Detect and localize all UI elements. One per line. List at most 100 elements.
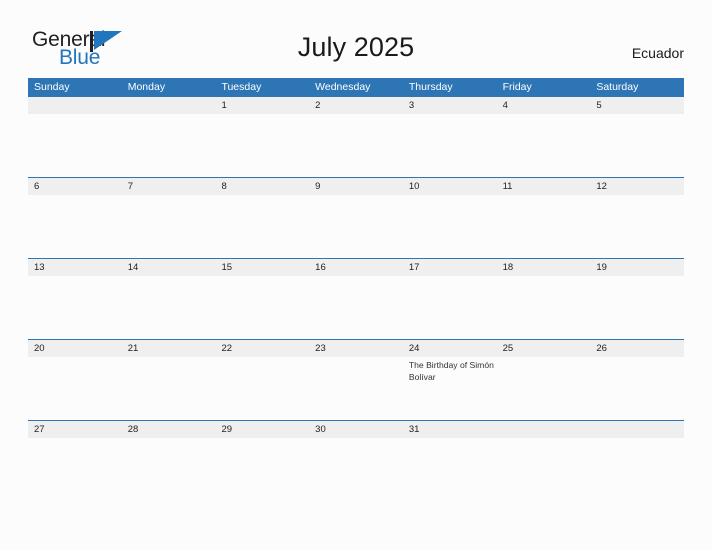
weekday-header-thursday: Thursday — [408, 81, 453, 93]
day-cell-empty — [122, 114, 216, 177]
week-date-band: 27 28 29 30 31 — [28, 420, 684, 438]
day-number-14[interactable]: 14 — [122, 259, 216, 276]
page-header: General Blue July 2025 Ecuador — [0, 0, 712, 78]
day-cell-3[interactable] — [403, 114, 497, 177]
calendar-grid: Sunday Monday Tuesday Wednesday Thursday Frid… — [28, 78, 684, 468]
day-number-20[interactable]: 20 — [28, 340, 122, 357]
day-number-empty — [590, 421, 684, 438]
day-number-19[interactable]: 19 — [590, 259, 684, 276]
holiday-event-label: The Birthday of Simón Bolívar — [408, 360, 494, 382]
day-number-8[interactable]: 8 — [215, 178, 309, 195]
day-number-29[interactable]: 29 — [215, 421, 309, 438]
day-cell-23[interactable] — [309, 357, 403, 420]
day-cell-10[interactable] — [403, 195, 497, 258]
day-number-9[interactable]: 9 — [309, 178, 403, 195]
day-cell-31[interactable] — [403, 438, 497, 468]
day-cell-17[interactable] — [403, 276, 497, 339]
day-number-empty — [497, 421, 591, 438]
weekday-header-saturday: Saturday — [596, 81, 639, 93]
week-date-band: 20 21 22 23 24 25 26 — [28, 339, 684, 357]
day-cell-16[interactable] — [309, 276, 403, 339]
calendar-week-row: 12345 — [28, 96, 684, 177]
day-cell-8[interactable] — [215, 195, 309, 258]
calendar-weeks: 1 2 3 4 5 6 7 8 9 10 11 12 13 14 15 16 17 18 19 20 21 22 23 24 2… — [28, 96, 684, 468]
day-number-12[interactable]: 12 — [590, 178, 684, 195]
day-number-17[interactable]: 17 — [403, 259, 497, 276]
week-event-band: The Birthday of Simón Bolívar — [28, 357, 684, 420]
week-event-band — [28, 195, 684, 258]
day-cell-7[interactable] — [122, 195, 216, 258]
weekday-header-friday: Friday — [502, 81, 532, 93]
day-number-23[interactable]: 23 — [309, 340, 403, 357]
day-cell-5[interactable] — [590, 114, 684, 177]
week-event-band — [28, 276, 684, 339]
day-cell-19[interactable] — [590, 276, 684, 339]
day-number-4[interactable]: 4 — [497, 97, 591, 114]
day-number-2[interactable]: 2 — [309, 97, 403, 114]
weekday-header-row: Sunday Monday Tuesday Wednesday Thursday Frid… — [28, 78, 684, 96]
day-number-13[interactable]: 13 — [28, 259, 122, 276]
day-cell-14[interactable] — [122, 276, 216, 339]
calendar-week-row: 13 14 15 16 17 18 19 — [28, 258, 684, 339]
week-event-band — [28, 438, 684, 468]
day-cell-empty — [28, 114, 122, 177]
day-number-25[interactable]: 25 — [497, 340, 591, 357]
day-number-28[interactable]: 28 — [122, 421, 216, 438]
weekday-header-tuesday: Tuesday — [221, 81, 262, 93]
week-date-band: 6 7 8 9 10 11 12 — [28, 177, 684, 195]
day-cell-21[interactable] — [122, 357, 216, 420]
day-cell-11[interactable] — [497, 195, 591, 258]
day-cell-30[interactable] — [309, 438, 403, 468]
calendar-week-row: 20 21 22 23 24 25 26 The Birthday of Simón Bolí… — [28, 339, 684, 420]
weekday-header-sunday: Sunday — [34, 81, 70, 93]
calendar-week-row: 6 7 8 9 10 11 12 — [28, 177, 684, 258]
day-number-3[interactable]: 3 — [403, 97, 497, 114]
day-number-24[interactable]: 24 — [403, 340, 497, 357]
day-cell-29[interactable] — [215, 438, 309, 468]
day-cell-24[interactable]: The Birthday of Simón Bolívar — [403, 357, 497, 420]
day-number-empty — [122, 97, 216, 114]
day-number-31[interactable]: 31 — [403, 421, 497, 438]
weekday-header-monday: Monday — [127, 81, 166, 93]
calendar-page: General Blue July 2025 Ecuador Sunday Mon… — [0, 0, 712, 550]
day-number-21[interactable]: 21 — [122, 340, 216, 357]
day-cell-1[interactable] — [215, 114, 309, 177]
day-number-22[interactable]: 22 — [215, 340, 309, 357]
day-number-10[interactable]: 10 — [403, 178, 497, 195]
day-number-7[interactable]: 7 — [122, 178, 216, 195]
day-cell-22[interactable] — [215, 357, 309, 420]
day-cell-4[interactable] — [497, 114, 591, 177]
week-event-band — [28, 114, 684, 177]
day-cell-20[interactable] — [28, 357, 122, 420]
day-number-18[interactable]: 18 — [497, 259, 591, 276]
day-cell-13[interactable] — [28, 276, 122, 339]
day-number-empty — [28, 97, 122, 114]
day-cell-empty — [590, 438, 684, 468]
day-cell-28[interactable] — [122, 438, 216, 468]
day-number-1[interactable]: 1 — [215, 97, 309, 114]
day-number-6[interactable]: 6 — [28, 178, 122, 195]
day-number-16[interactable]: 16 — [309, 259, 403, 276]
day-cell-25[interactable] — [497, 357, 591, 420]
day-number-5[interactable]: 5 — [590, 97, 684, 114]
day-cell-18[interactable] — [497, 276, 591, 339]
day-cell-15[interactable] — [215, 276, 309, 339]
day-cell-27[interactable] — [28, 438, 122, 468]
day-cell-12[interactable] — [590, 195, 684, 258]
week-date-band: 13 14 15 16 17 18 19 — [28, 258, 684, 276]
day-cell-26[interactable] — [590, 357, 684, 420]
day-number-15[interactable]: 15 — [215, 259, 309, 276]
day-number-26[interactable]: 26 — [590, 340, 684, 357]
day-cell-9[interactable] — [309, 195, 403, 258]
day-number-27[interactable]: 27 — [28, 421, 122, 438]
country-label: Ecuador — [631, 45, 684, 61]
week-date-band: 12345 — [28, 96, 684, 114]
weekday-header-wednesday: Wednesday — [315, 81, 371, 93]
day-cell-2[interactable] — [309, 114, 403, 177]
day-number-30[interactable]: 30 — [309, 421, 403, 438]
day-cell-6[interactable] — [28, 195, 122, 258]
calendar-week-row: 27 28 29 30 31 — [28, 420, 684, 468]
page-title: July 2025 — [297, 32, 415, 62]
day-number-11[interactable]: 11 — [497, 178, 591, 195]
day-cell-empty — [497, 438, 591, 468]
